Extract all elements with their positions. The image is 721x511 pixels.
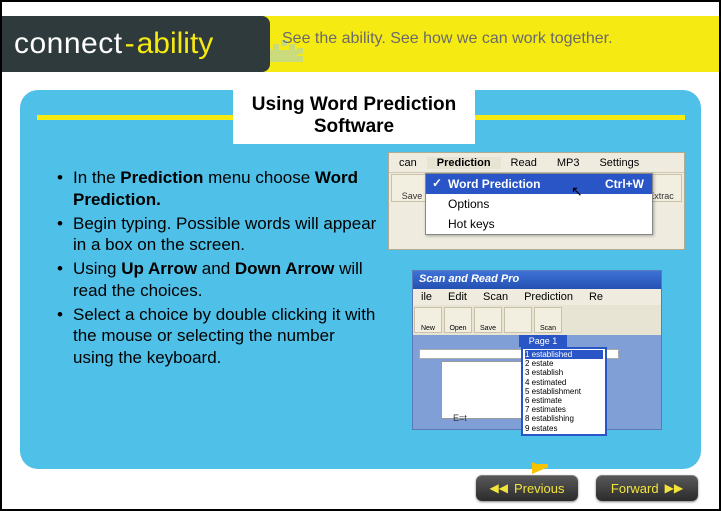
screenshot-scan-and-read: Scan and Read Pro ile Edit Scan Predicti… — [412, 270, 662, 430]
brand-part1: connect — [14, 27, 123, 61]
brand-logo: connect - ability — [2, 16, 270, 72]
mock2-menubar: ile Edit Scan Prediction Re — [413, 289, 661, 305]
bullet-2: Begin typing. Possible words will appear… — [57, 213, 377, 257]
m2-tb-open[interactable]: Open — [444, 307, 472, 333]
menu-settings[interactable]: Settings — [589, 157, 649, 169]
prediction-dropdown: Word Prediction Ctrl+W Options Hot keys — [425, 173, 653, 235]
dropdown-item-options[interactable]: Options — [426, 194, 652, 214]
menu-read[interactable]: Read — [501, 157, 547, 169]
slide-title-band: Using Word Prediction Software — [37, 96, 685, 138]
mock2-footer-text: E=t — [453, 413, 467, 423]
previous-label: Previous — [514, 481, 565, 496]
forward-button[interactable]: Forward ▶▶ — [596, 475, 698, 501]
rewind-icon: ◀◀ — [489, 481, 507, 495]
forward-label: Forward — [611, 481, 659, 496]
bullet-1: In the Prediction menu choose Word Predi… — [57, 167, 377, 211]
m2-tb-blank[interactable] — [504, 307, 532, 333]
title-rule-right — [475, 115, 685, 120]
m2-menu-read[interactable]: Re — [581, 291, 611, 303]
cursor-icon: ↖ — [571, 183, 583, 200]
m2-tb-new[interactable]: New — [414, 307, 442, 333]
instruction-text: In the Prediction menu choose Word Predi… — [57, 167, 377, 371]
pred-item-9[interactable]: 9 estates — [525, 424, 603, 433]
m2-menu-scan[interactable]: Scan — [475, 291, 516, 303]
pred-item-6[interactable]: 6 estimate — [525, 396, 603, 405]
mock2-window-title: Scan and Read Pro — [413, 271, 661, 289]
m2-menu-file[interactable]: ile — [413, 291, 440, 303]
bullet-3: Using Up Arrow and Down Arrow will read … — [57, 258, 377, 302]
menu-mp3[interactable]: MP3 — [547, 157, 590, 169]
m2-menu-edit[interactable]: Edit — [440, 291, 475, 303]
bullet-4: Select a choice by double clicking it wi… — [57, 304, 377, 369]
dropdown-item-word-prediction[interactable]: Word Prediction Ctrl+W — [426, 174, 652, 194]
pred-item-5[interactable]: 5 establishment — [525, 387, 603, 396]
pred-item-3[interactable]: 3 establish — [525, 368, 603, 377]
prediction-word-list: 1 established 2 estate 3 establish 4 est… — [521, 347, 607, 436]
screenshot-prediction-menu: can Prediction Read MP3 Settings Save AB… — [388, 152, 685, 250]
menu-prediction[interactable]: Prediction — [427, 157, 501, 169]
pred-item-1[interactable]: 1 established — [525, 350, 603, 359]
tagline: See the ability. See how we can work tog… — [282, 30, 613, 48]
brand-part2: ability — [137, 27, 214, 61]
pred-item-4[interactable]: 4 estimated — [525, 378, 603, 387]
yellow-arrow-icon — [532, 460, 556, 474]
fastforward-icon: ▶▶ — [665, 481, 683, 495]
m2-menu-prediction[interactable]: Prediction — [516, 291, 581, 303]
mock2-page-tab[interactable]: Page 1 — [519, 335, 567, 347]
m2-tb-save[interactable]: Save — [474, 307, 502, 333]
mock1-menubar: can Prediction Read MP3 Settings — [389, 153, 684, 173]
m2-tb-scan[interactable]: Scan — [534, 307, 562, 333]
slide-title: Using Word Prediction Software — [233, 90, 475, 144]
title-rule-left — [37, 115, 233, 120]
menu-scan[interactable]: can — [389, 157, 427, 169]
dropdown-item-hotkeys[interactable]: Hot keys — [426, 214, 652, 234]
mock2-toolbar: New Open Save Scan — [413, 305, 661, 335]
previous-button[interactable]: ◀◀ Previous — [476, 475, 578, 501]
pred-item-7[interactable]: 7 estimates — [525, 405, 603, 414]
brand-dash: - — [123, 27, 137, 61]
pred-item-2[interactable]: 2 estate — [525, 359, 603, 368]
pred-item-8[interactable]: 8 establishing — [525, 414, 603, 423]
